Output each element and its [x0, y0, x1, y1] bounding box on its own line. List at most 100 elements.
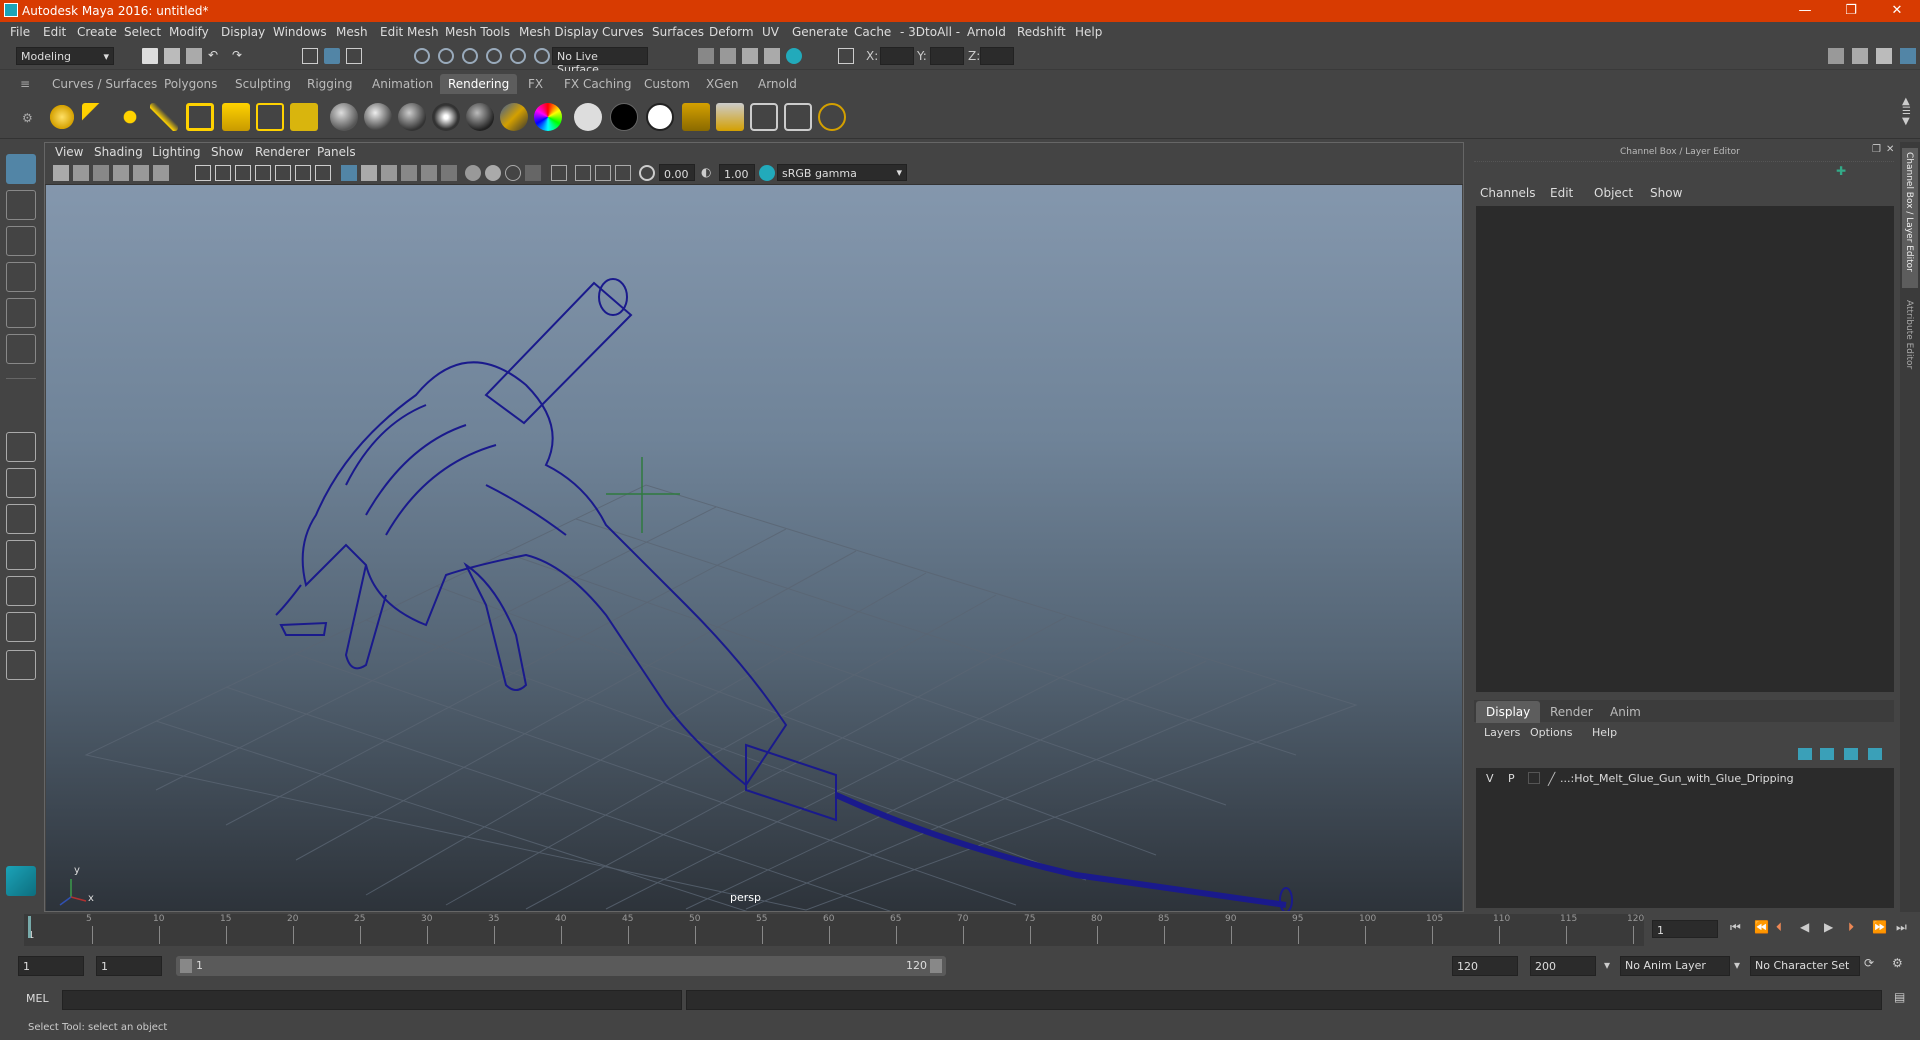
layer-menu-layers[interactable]: Layers — [1484, 726, 1520, 739]
batch-render-icon[interactable] — [750, 103, 778, 131]
four-view-layout-icon[interactable] — [6, 468, 36, 498]
snap-grid-icon[interactable] — [414, 48, 430, 64]
ambient-light-icon[interactable] — [48, 103, 76, 131]
depth-of-field-icon[interactable] — [525, 165, 541, 181]
range-slider[interactable]: 1 120 — [176, 956, 946, 976]
menu-display[interactable]: Display — [221, 25, 265, 39]
select-tool-icon[interactable] — [6, 154, 36, 184]
camera-icon[interactable] — [256, 103, 284, 131]
side-tab-attribute-editor[interactable]: Attribute Editor — [1902, 296, 1918, 386]
menu-generate[interactable]: Generate — [792, 25, 848, 39]
close-panel-icon[interactable]: ✕ — [1886, 144, 1894, 155]
persp-graph-layout-icon[interactable] — [6, 540, 36, 570]
tab-animation[interactable]: Animation — [364, 74, 441, 94]
render-settings-icon[interactable] — [698, 48, 714, 64]
step-back-icon[interactable]: ⏪ — [1754, 920, 1769, 934]
render-sequence-icon[interactable] — [784, 103, 812, 131]
step-back-key-icon[interactable]: ⏴ — [1776, 920, 1782, 935]
menu-redshift[interactable]: Redshift — [1017, 25, 1066, 39]
float-panel-icon[interactable]: ❐ — [1872, 144, 1881, 155]
select-by-object-icon[interactable] — [324, 48, 340, 64]
glue-gun-wireframe[interactable] — [275, 278, 1293, 913]
camera-aim-icon[interactable] — [290, 103, 318, 131]
layered-shader-icon[interactable] — [500, 103, 528, 131]
layer-menu-options[interactable]: Options — [1530, 726, 1572, 739]
channel-box-manipulator-icon[interactable]: ✚ — [1836, 164, 1850, 178]
render-pass-icon[interactable] — [716, 103, 744, 131]
render-current-frame-icon[interactable] — [720, 48, 736, 64]
snap-live-icon[interactable] — [534, 48, 550, 64]
camera-attributes-icon[interactable] — [73, 165, 89, 181]
use-background-icon[interactable] — [610, 103, 638, 131]
phong-icon[interactable] — [398, 103, 426, 131]
hypershade-layout-icon[interactable] — [6, 612, 36, 642]
channel-box-menu-show[interactable]: Show — [1650, 186, 1682, 200]
render-view-icon[interactable] — [764, 48, 780, 64]
menu-windows[interactable]: Windows — [273, 25, 327, 39]
anisotropic-icon[interactable] — [466, 103, 494, 131]
single-perspective-layout-icon[interactable] — [6, 432, 36, 462]
play-backward-icon[interactable]: ◀ — [1800, 920, 1809, 934]
exposure-icon[interactable] — [639, 165, 655, 181]
snap-view-icon[interactable] — [486, 48, 502, 64]
chevron-down-icon[interactable]: ▾ — [1604, 958, 1610, 972]
shadows-icon[interactable] — [441, 165, 457, 181]
live-surface-field[interactable]: No Live Surface — [552, 47, 648, 76]
rotate-tool-icon[interactable] — [6, 298, 36, 328]
snap-point-icon[interactable] — [462, 48, 478, 64]
menu-help[interactable]: Help — [1075, 25, 1102, 39]
maximize-button[interactable]: ❐ — [1828, 0, 1874, 22]
grid-toggle-icon[interactable] — [195, 165, 211, 181]
close-button[interactable]: ✕ — [1874, 0, 1920, 22]
bookmark-icon[interactable] — [93, 165, 109, 181]
move-layer-up-icon[interactable] — [1798, 748, 1812, 760]
y-field[interactable] — [930, 47, 964, 65]
menu-arnold[interactable]: Arnold — [967, 25, 1006, 39]
volume-light-icon[interactable] — [222, 103, 250, 131]
menu-select[interactable]: Select — [124, 25, 161, 39]
shading-map-icon[interactable] — [646, 103, 674, 131]
tab-custom[interactable]: Custom — [636, 74, 698, 94]
menu-file[interactable]: File — [10, 25, 30, 39]
menu-modify[interactable]: Modify — [169, 25, 209, 39]
scale-tool-icon[interactable] — [6, 334, 36, 364]
auto-key-icon[interactable]: ⟳ — [1864, 956, 1874, 970]
save-scene-icon[interactable] — [186, 48, 202, 64]
layer-playback-toggle[interactable]: P — [1508, 772, 1515, 785]
z-field[interactable] — [980, 47, 1014, 65]
panel-menu-panels[interactable]: Panels — [317, 145, 356, 159]
menu-mesh-display[interactable]: Mesh Display — [519, 25, 599, 39]
menu-create[interactable]: Create — [77, 25, 117, 39]
mel-label[interactable]: MEL — [26, 992, 49, 1005]
wireframe-on-shaded-icon[interactable] — [381, 165, 397, 181]
menu-mesh[interactable]: Mesh — [336, 25, 368, 39]
motion-blur-icon[interactable] — [485, 165, 501, 181]
minimize-button[interactable]: — — [1782, 0, 1828, 22]
range-end-handle[interactable] — [930, 959, 942, 973]
attribute-editor-toggle-icon[interactable] — [1852, 48, 1868, 64]
textured-icon[interactable] — [401, 165, 417, 181]
step-forward-icon[interactable]: ⏩ — [1872, 920, 1887, 934]
mode-dropdown[interactable]: Modeling ▾ — [16, 47, 114, 65]
menu-edit[interactable]: Edit — [43, 25, 66, 39]
layer-tab-render[interactable]: Render — [1540, 701, 1603, 723]
range-start-handle[interactable] — [180, 959, 192, 973]
ipr-shelf-icon[interactable] — [818, 103, 846, 131]
exposure-field[interactable]: 0.00 — [659, 164, 695, 181]
render-layer-icon[interactable] — [682, 103, 710, 131]
move-layer-down-icon[interactable] — [1820, 748, 1834, 760]
tab-curves-surfaces[interactable]: Curves / Surfaces — [44, 74, 165, 94]
paint-select-icon[interactable] — [6, 226, 36, 256]
resolution-gate-icon[interactable] — [235, 165, 251, 181]
layer-menu-help[interactable]: Help — [1592, 726, 1617, 739]
layer-tab-display[interactable]: Display — [1476, 701, 1541, 723]
layer-row[interactable]: V P ╱ ...:Hot_Melt_Glue_Gun_with_Glue_Dr… — [1478, 770, 1890, 788]
film-gate-icon[interactable] — [215, 165, 231, 181]
isolate-select-icon[interactable] — [551, 165, 567, 181]
anim-layer-dropdown[interactable]: No Anim Layer — [1620, 956, 1730, 976]
shelf-menu-icon[interactable]: ≡ — [20, 77, 30, 91]
field-chart-icon[interactable] — [275, 165, 291, 181]
custom-layout-icon[interactable] — [6, 650, 36, 680]
tab-rendering[interactable]: Rendering — [440, 74, 518, 94]
tab-rigging[interactable]: Rigging — [299, 74, 360, 94]
